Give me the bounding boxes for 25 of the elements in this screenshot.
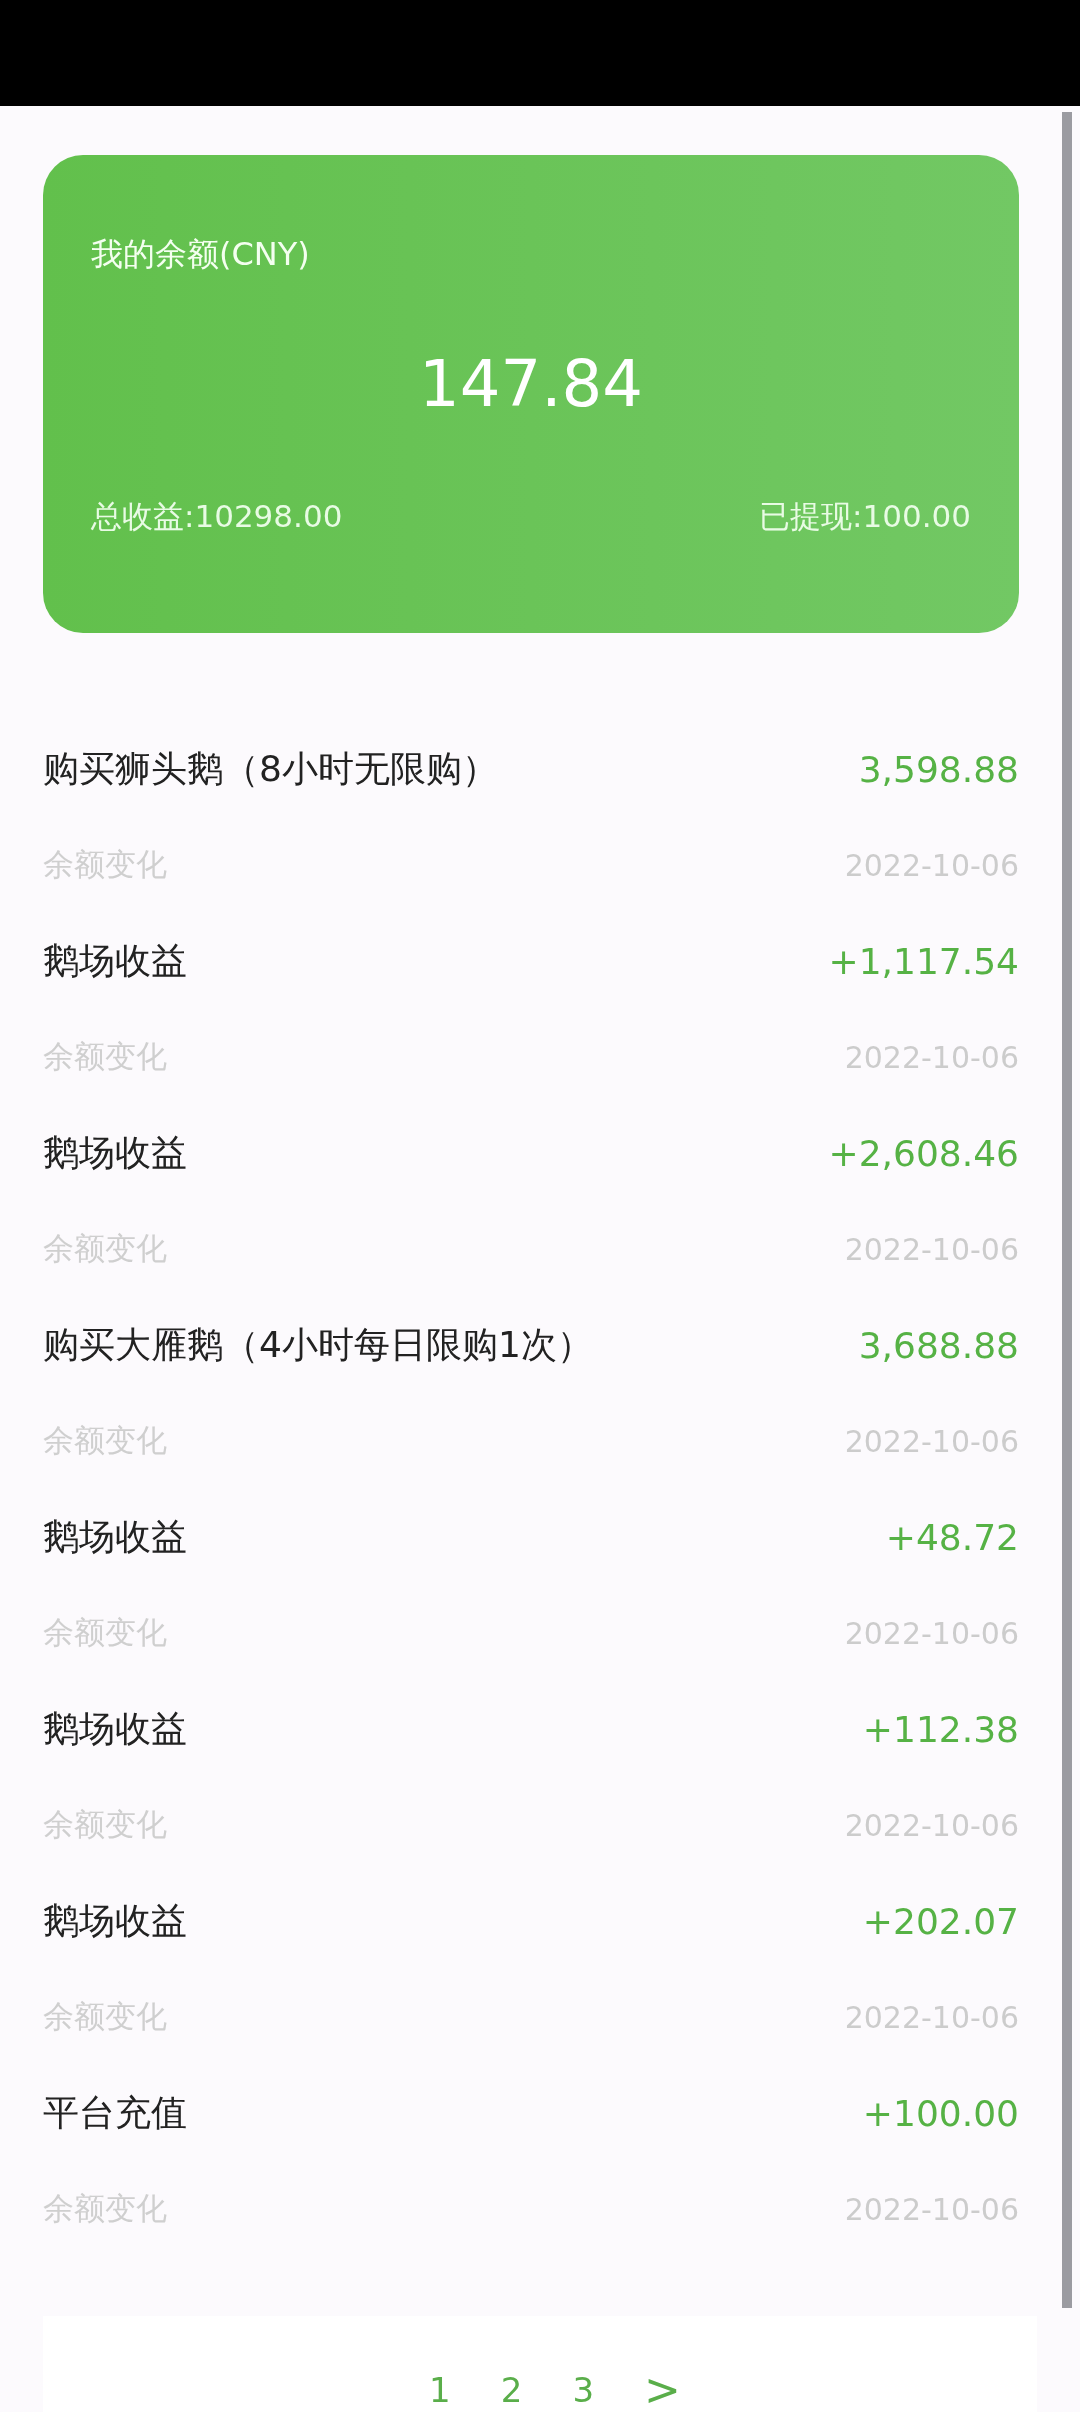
transaction-amount: +202.07 (862, 1900, 1019, 1942)
total-income: 总收益:10298.00 (91, 497, 343, 536)
transaction-title: 平台充值 (43, 2090, 187, 2135)
transaction-title: 鹅场收益 (43, 1898, 187, 1943)
withdrawn-amount: 已提现:100.00 (759, 497, 971, 536)
balance-amount: 147.84 (418, 347, 644, 421)
scrollbar[interactable] (1062, 112, 1072, 2308)
transaction-amount: +100.00 (862, 2092, 1019, 2134)
transaction-amount: +1,117.54 (828, 940, 1019, 982)
transaction-amount: +48.72 (885, 1516, 1019, 1558)
transaction-amount: 3,598.88 (858, 748, 1019, 790)
transaction-title: 购买狮头鹅（8小时无限购） (43, 746, 498, 791)
transaction-title: 鹅场收益 (43, 938, 187, 983)
transaction-amount: +2,608.46 (828, 1132, 1019, 1174)
page-link[interactable]: 1 (429, 2370, 451, 2410)
transaction-title: 鹅场收益 (43, 1514, 187, 1559)
transaction-title: 购买大雁鹅（4小时每日限购1次） (43, 1322, 593, 1367)
transaction-title: 鹅场收益 (43, 1130, 187, 1175)
page-link[interactable]: 2 (500, 2370, 523, 2410)
transaction-amount: 3,688.88 (858, 1324, 1019, 1366)
page-link[interactable]: 3 (572, 2370, 594, 2410)
transaction-title: 鹅场收益 (43, 1706, 187, 1751)
next-page-link[interactable]: > (644, 2370, 681, 2410)
transaction-amount: +112.38 (862, 1708, 1019, 1750)
balance-title: 我的余额(CNY) (91, 234, 311, 275)
